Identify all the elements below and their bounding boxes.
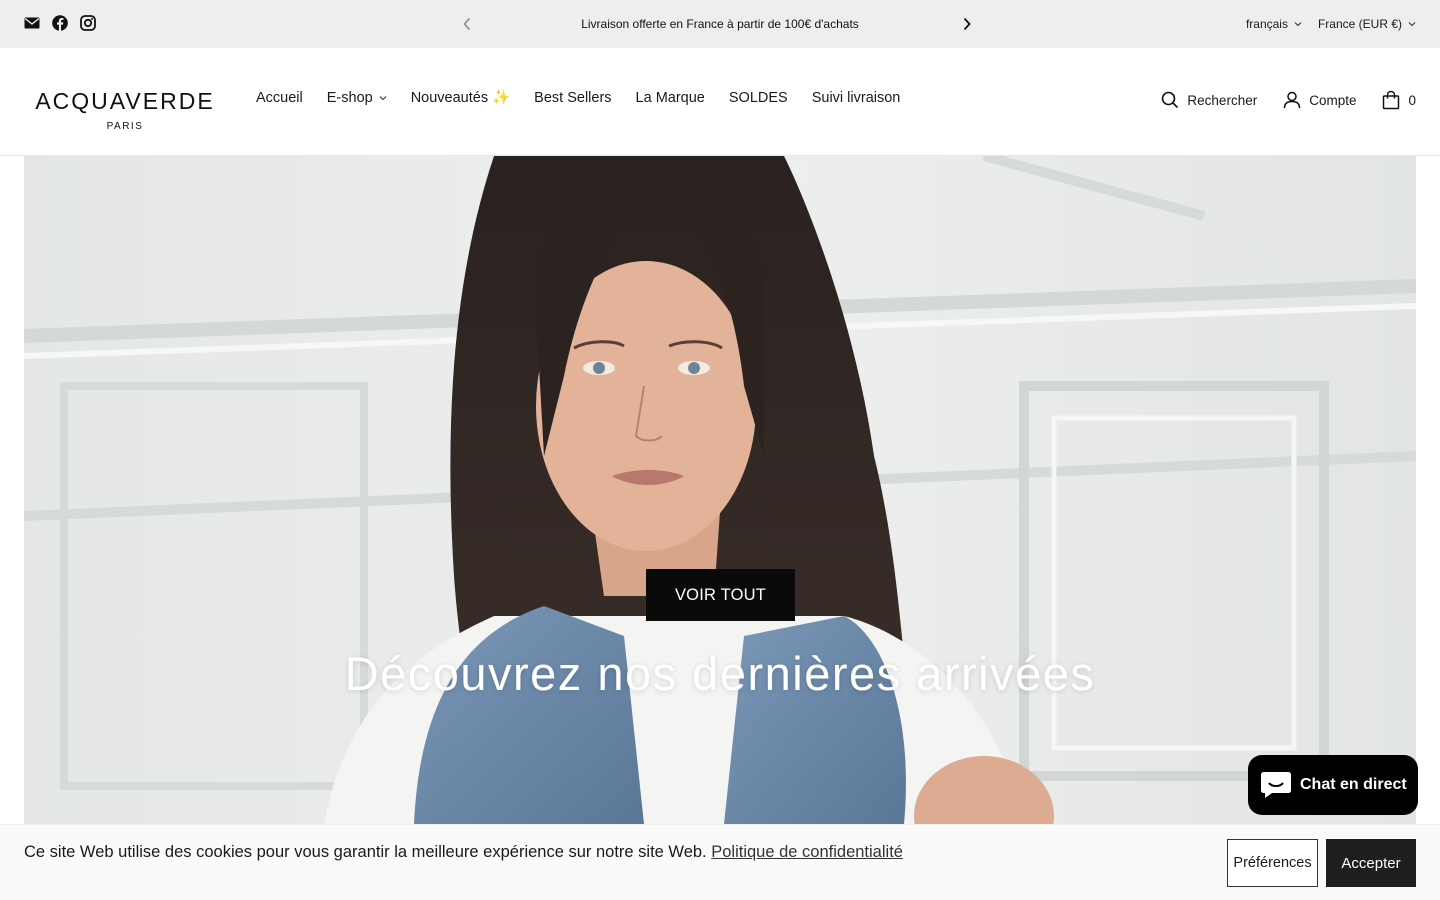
nav-label: E-shop bbox=[326, 89, 373, 106]
announcement-prev-button[interactable] bbox=[457, 14, 477, 34]
nav-label: La Marque bbox=[635, 89, 705, 106]
nav-item-suivi-livraison[interactable]: Suivi livraison bbox=[812, 89, 901, 106]
search-button[interactable]: Rechercher bbox=[1161, 91, 1257, 109]
chat-label: Chat en direct bbox=[1300, 776, 1407, 793]
logo-text: ACQUAVERDE bbox=[35, 88, 215, 114]
nav-item-soldes[interactable]: SOLDES bbox=[729, 89, 788, 106]
logo[interactable]: ACQUAVERDE PARIS bbox=[28, 88, 222, 132]
cart-button[interactable]: 0 bbox=[1382, 90, 1416, 110]
main-nav: Accueil E-shop Nouveautés ✨ Best Sellers… bbox=[256, 89, 901, 107]
announcement-next-button[interactable] bbox=[957, 14, 977, 34]
privacy-policy-link[interactable]: Politique de confidentialité bbox=[711, 843, 903, 861]
cart-count: 0 bbox=[1408, 92, 1416, 108]
chevron-right-icon bbox=[963, 17, 971, 31]
currency-selector[interactable]: France (EUR €) bbox=[1318, 17, 1416, 31]
chevron-down-icon bbox=[379, 95, 387, 100]
nav-item-eshop[interactable]: E-shop bbox=[327, 89, 387, 106]
locale-selectors: français France (EUR €) bbox=[1246, 0, 1416, 48]
account-label: Compte bbox=[1309, 92, 1357, 108]
nav-item-accueil[interactable]: Accueil bbox=[256, 89, 303, 106]
chevron-down-icon bbox=[1294, 22, 1302, 27]
nav-item-best-sellers[interactable]: Best Sellers bbox=[534, 89, 611, 106]
nav-label: Best Sellers bbox=[534, 89, 612, 106]
nav-label: Accueil bbox=[256, 89, 303, 106]
chevron-down-icon bbox=[1408, 22, 1416, 27]
language-value: français bbox=[1245, 17, 1288, 31]
language-selector[interactable]: français bbox=[1246, 17, 1302, 31]
hero-banner: Découvrez nos dernières arrivées VOIR TO… bbox=[24, 156, 1416, 824]
account-button[interactable]: Compte bbox=[1283, 91, 1356, 109]
currency-value: France (EUR €) bbox=[1317, 17, 1402, 31]
hero-image bbox=[24, 156, 1416, 824]
nav-label: SOLDES bbox=[728, 89, 788, 106]
header-actions: Rechercher Compte 0 bbox=[1135, 90, 1416, 110]
announcement-bar: Livraison offerte en France à partir de … bbox=[0, 0, 1440, 48]
search-label: Rechercher bbox=[1187, 92, 1258, 108]
logo-sub: PARIS bbox=[106, 121, 144, 132]
site-header: ACQUAVERDE PARIS Accueil E-shop Nouveaut… bbox=[0, 48, 1440, 156]
mail-icon[interactable] bbox=[24, 15, 40, 31]
nav-item-nouveautes[interactable]: Nouveautés ✨ bbox=[411, 89, 510, 106]
cookie-message: Ce site Web utilise des cookies pour vou… bbox=[24, 843, 903, 862]
cookie-preferences-button[interactable]: Préférences bbox=[1227, 839, 1318, 887]
nav-label: Suivi livraison bbox=[811, 89, 901, 106]
cookie-text: Ce site Web utilise des cookies pour vou… bbox=[24, 843, 712, 861]
cookie-accept-button[interactable]: Accepter bbox=[1326, 839, 1416, 887]
facebook-icon[interactable] bbox=[52, 15, 68, 31]
chat-bubble-icon bbox=[1261, 772, 1291, 798]
hero-title: Découvrez nos dernières arrivées bbox=[344, 647, 1096, 700]
live-chat-button[interactable]: Chat en direct bbox=[1248, 755, 1418, 815]
instagram-icon[interactable] bbox=[80, 15, 96, 31]
search-icon bbox=[1162, 91, 1179, 109]
social-links bbox=[24, 15, 96, 31]
view-all-button[interactable]: VOIR TOUT bbox=[646, 569, 795, 621]
nav-label: Nouveautés ✨ bbox=[410, 90, 511, 106]
user-icon bbox=[1283, 91, 1301, 109]
cookie-banner: Ce site Web utilise des cookies pour vou… bbox=[0, 824, 1440, 900]
shopping-bag-icon bbox=[1383, 90, 1400, 110]
nav-item-la-marque[interactable]: La Marque bbox=[636, 89, 705, 106]
announcement-text: Livraison offerte en France à partir de … bbox=[581, 17, 859, 31]
chevron-left-icon bbox=[463, 17, 471, 31]
